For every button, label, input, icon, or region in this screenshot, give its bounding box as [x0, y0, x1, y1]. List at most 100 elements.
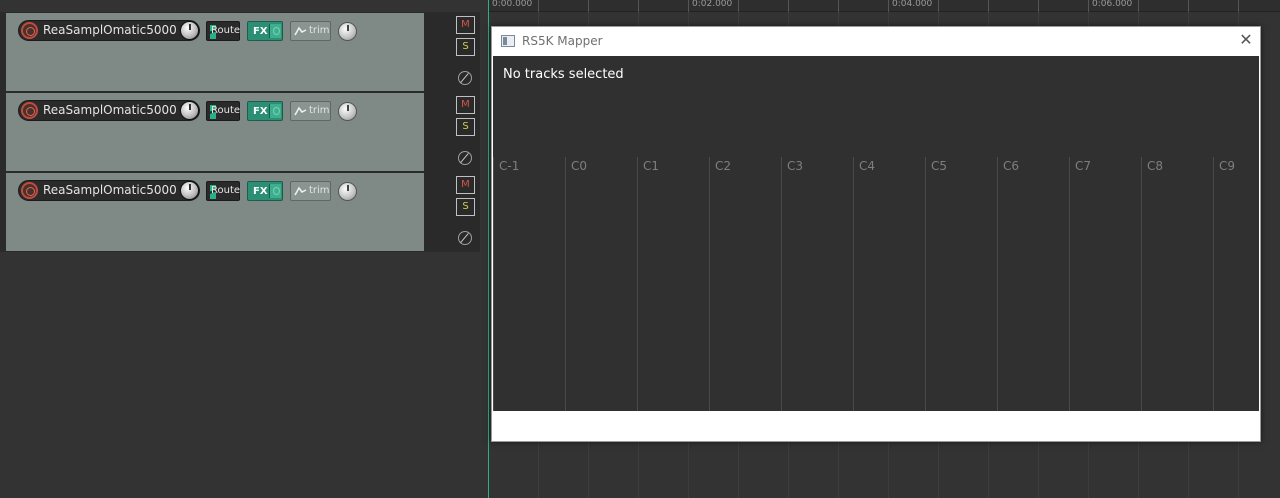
pan-knob[interactable] [338, 22, 357, 41]
octave-label: C9 [1219, 159, 1236, 173]
octave-column[interactable]: C8 [1141, 157, 1213, 411]
record-arm-icon[interactable] [21, 22, 38, 39]
ruler-time-label: 0:04.000 [892, 0, 933, 9]
ruler-tick [838, 0, 839, 12]
mute-button[interactable]: M [456, 96, 475, 114]
phase-invert-icon[interactable] [458, 151, 472, 165]
mute-button[interactable]: M [456, 176, 475, 194]
volume-knob[interactable] [180, 181, 199, 200]
window-icon [501, 35, 515, 47]
route-label: Route [211, 25, 241, 36]
track-1[interactable]: ReaSamplOmatic5000 Route FX trim M S [0, 12, 480, 92]
track-name: ReaSamplOmatic5000 [43, 103, 177, 117]
track-panel[interactable]: ReaSamplOmatic5000 Route FX trim [6, 172, 424, 252]
ruler-tick [1088, 0, 1089, 12]
route-label: Route [211, 185, 241, 196]
ruler-tick [938, 0, 939, 12]
automation-mode-button[interactable]: trim [290, 101, 331, 121]
phase-invert-icon[interactable] [458, 231, 472, 245]
ruler-tick [988, 0, 989, 12]
fx-bypass-icon[interactable] [269, 104, 281, 118]
automation-mode-button[interactable]: trim [290, 181, 331, 201]
fx-button[interactable]: FX [247, 101, 283, 121]
track-panel[interactable]: ReaSamplOmatic5000 Route FX trim [6, 12, 424, 92]
octave-label: C-1 [499, 159, 520, 173]
volume-knob[interactable] [180, 21, 199, 40]
automation-mode-label: trim [309, 105, 330, 116]
track-name: ReaSamplOmatic5000 [43, 183, 177, 197]
pan-knob[interactable] [338, 102, 357, 121]
track-2[interactable]: ReaSamplOmatic5000 Route FX trim M S [0, 92, 480, 172]
record-arm-icon[interactable] [21, 182, 38, 199]
route-button[interactable]: Route [206, 181, 240, 201]
fx-label: FX [253, 106, 268, 117]
ruler-time-label: 0:06.000 [1092, 0, 1133, 9]
ruler-tick [1188, 0, 1189, 12]
octave-column[interactable]: C5 [925, 157, 997, 411]
ruler-tick [1038, 0, 1039, 12]
fx-button[interactable]: FX [247, 181, 283, 201]
solo-button[interactable]: S [456, 118, 475, 136]
track-name-field[interactable]: ReaSamplOmatic5000 [18, 20, 200, 41]
route-button[interactable]: Route [206, 21, 240, 41]
record-arm-icon[interactable] [21, 102, 38, 119]
ruler-time-label: 0:02.000 [692, 0, 733, 9]
track-name: ReaSamplOmatic5000 [43, 23, 177, 37]
track-panel[interactable]: ReaSamplOmatic5000 Route FX trim [6, 92, 424, 172]
close-icon[interactable]: ✕ [1238, 32, 1254, 48]
volume-knob[interactable] [180, 101, 199, 120]
mute-button[interactable]: M [456, 16, 475, 34]
rs5k-mapper-window: RS5K Mapper ✕ No tracks selected C-1 C0 C1… [491, 26, 1261, 442]
reaper-main-window: ReaSamplOmatic5000 Route FX trim M S Rea… [0, 0, 1280, 498]
ruler-tick [588, 0, 589, 12]
automation-mode-button[interactable]: trim [290, 21, 331, 41]
track-3[interactable]: ReaSamplOmatic5000 Route FX trim M S [0, 172, 480, 252]
automation-mode-label: trim [309, 185, 330, 196]
automation-mode-label: trim [309, 25, 330, 36]
octave-label: C7 [1075, 159, 1092, 173]
solo-button[interactable]: S [456, 198, 475, 216]
octave-label: C3 [787, 159, 804, 173]
octave-column[interactable]: C6 [997, 157, 1069, 411]
octave-grid[interactable]: C-1 C0 C1 C2 C3 C4 C5 C6 C7 C8 C9 [493, 157, 1259, 411]
mapper-titlebar[interactable]: RS5K Mapper ✕ [492, 27, 1260, 56]
octave-column[interactable]: C2 [709, 157, 781, 411]
ruler-tick [738, 0, 739, 12]
track-side-panel: M S [424, 172, 480, 252]
octave-column[interactable]: C0 [565, 157, 637, 411]
track-side-panel: M S [424, 92, 480, 172]
track-name-field[interactable]: ReaSamplOmatic5000 [18, 100, 200, 121]
ruler-tick [788, 0, 789, 12]
octave-column[interactable]: C-1 [493, 157, 565, 411]
track-name-field[interactable]: ReaSamplOmatic5000 [18, 180, 200, 201]
fx-button[interactable]: FX [247, 21, 283, 41]
octave-column[interactable]: C3 [781, 157, 853, 411]
route-button[interactable]: Route [206, 101, 240, 121]
pan-knob[interactable] [338, 182, 357, 201]
ruler-tick [1138, 0, 1139, 12]
fx-bypass-icon[interactable] [269, 184, 281, 198]
envelope-icon [294, 26, 307, 36]
fx-bypass-icon[interactable] [269, 24, 281, 38]
octave-column[interactable]: C9 [1213, 157, 1259, 411]
status-text: No tracks selected [503, 67, 624, 82]
ruler-tick [688, 0, 689, 12]
fx-label: FX [253, 26, 268, 37]
route-label: Route [211, 105, 241, 116]
solo-button[interactable]: S [456, 38, 475, 56]
octave-label: C0 [571, 159, 588, 173]
octave-column[interactable]: C4 [853, 157, 925, 411]
timeline-ruler[interactable]: 0:00.000 0:02.000 0:04.000 0:06.000 [488, 0, 1280, 12]
mapper-client-area[interactable]: No tracks selected C-1 C0 C1 C2 C3 C4 C5 C6 C7 C8… [493, 56, 1259, 411]
octave-label: C2 [715, 159, 732, 173]
phase-invert-icon[interactable] [458, 71, 472, 85]
mapper-footer [493, 411, 1259, 441]
octave-column[interactable]: C1 [637, 157, 709, 411]
octave-column[interactable]: C7 [1069, 157, 1141, 411]
mapper-title: RS5K Mapper [522, 34, 603, 48]
edit-cursor [488, 0, 489, 498]
track-control-panel: ReaSamplOmatic5000 Route FX trim M S Rea… [0, 12, 480, 252]
fx-label: FX [253, 186, 268, 197]
envelope-icon [294, 186, 307, 196]
octave-label: C1 [643, 159, 660, 173]
